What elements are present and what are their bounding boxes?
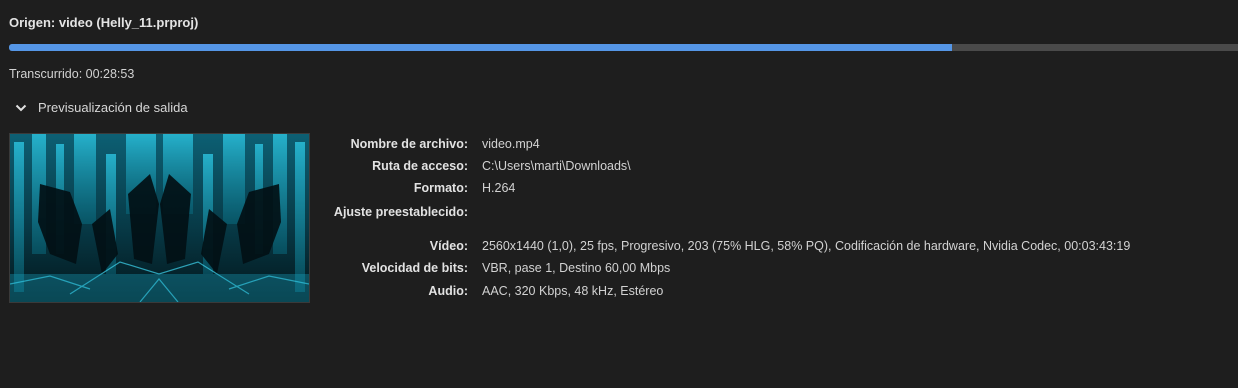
format-label: Formato: bbox=[413, 181, 468, 195]
encoding-progress-fill bbox=[9, 44, 952, 51]
bitrate-value: VBR, pase 1, Destino 60,00 Mbps bbox=[482, 261, 671, 275]
detail-row-audio: Audio: AAC, 320 Kbps, 48 kHz, Estéreo bbox=[0, 284, 1238, 304]
preset-label: Ajuste preestablecido: bbox=[333, 205, 468, 219]
elapsed-time: Transcurrido: 00:28:53 bbox=[9, 67, 135, 81]
video-label: Vídeo: bbox=[429, 239, 468, 253]
path-label: Ruta de acceso: bbox=[372, 159, 468, 173]
path-value: C:\Users\marti\Downloads\ bbox=[482, 159, 631, 173]
detail-row-format: Formato: H.264 bbox=[0, 181, 1238, 201]
video-value: 2560x1440 (1,0), 25 fps, Progresivo, 203… bbox=[482, 239, 1131, 253]
bitrate-label: Velocidad de bits: bbox=[361, 261, 468, 275]
detail-row-filename: Nombre de archivo: video.mp4 bbox=[0, 137, 1238, 157]
detail-row-video: Vídeo: 2560x1440 (1,0), 25 fps, Progresi… bbox=[0, 239, 1238, 259]
format-value: H.264 bbox=[482, 181, 516, 195]
audio-value: AAC, 320 Kbps, 48 kHz, Estéreo bbox=[482, 284, 664, 298]
encoding-progress-bar bbox=[9, 44, 1238, 51]
detail-row-path: Ruta de acceso: C:\Users\marti\Downloads… bbox=[0, 159, 1238, 179]
chevron-down-icon[interactable] bbox=[14, 101, 28, 115]
detail-row-preset: Ajuste preestablecido: bbox=[0, 205, 1238, 225]
audio-label: Audio: bbox=[428, 284, 468, 298]
output-preview-toggle[interactable]: Previsualización de salida bbox=[14, 100, 188, 115]
origin-title: Origen: video (Helly_11.prproj) bbox=[9, 15, 199, 30]
filename-value: video.mp4 bbox=[482, 137, 540, 151]
detail-row-bitrate: Velocidad de bits: VBR, pase 1, Destino … bbox=[0, 261, 1238, 281]
output-preview-label: Previsualización de salida bbox=[38, 100, 188, 115]
filename-label: Nombre de archivo: bbox=[350, 137, 468, 151]
